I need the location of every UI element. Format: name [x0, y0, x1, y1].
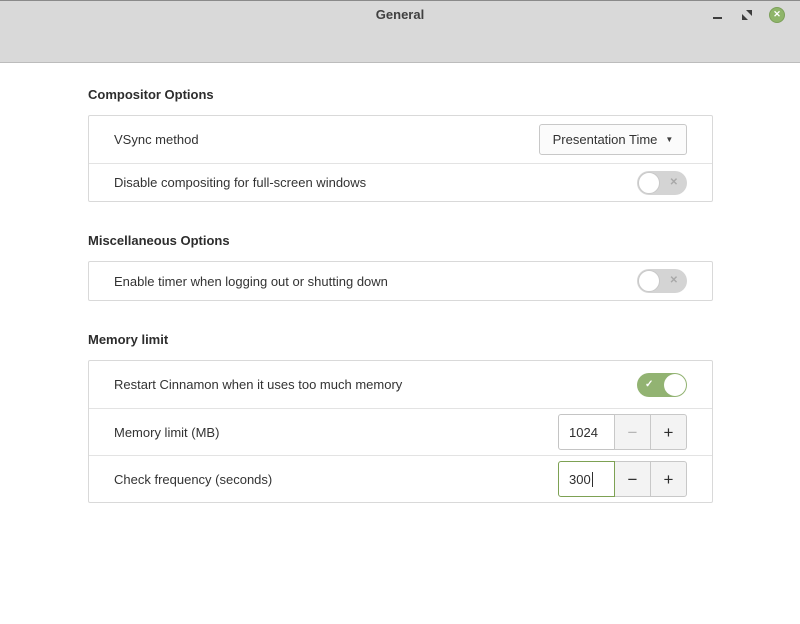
- toggle-off-icon: ✕: [670, 178, 678, 188]
- minimize-icon: [713, 17, 722, 19]
- section-miscellaneous-options: Miscellaneous Options Enable timer when …: [88, 233, 713, 301]
- window-controls: ✕: [702, 1, 792, 28]
- row-vsync-method: VSync method Presentation Time ▼: [89, 116, 712, 163]
- minimize-button[interactable]: [702, 2, 732, 28]
- toggle-check-icon: ✓: [645, 380, 653, 390]
- enable-timer-toggle[interactable]: ✕: [637, 269, 687, 293]
- window-header: General ✕: [0, 0, 800, 63]
- row-enable-timer: Enable timer when logging out or shuttin…: [89, 262, 712, 300]
- chevron-down-icon: ▼: [665, 135, 673, 144]
- minus-button[interactable]: −: [614, 414, 651, 450]
- plus-button[interactable]: +: [650, 414, 687, 450]
- toggle-knob: [664, 374, 686, 396]
- minus-button[interactable]: −: [614, 461, 651, 497]
- row-label: VSync method: [114, 132, 199, 147]
- section-compositor-options: Compositor Options VSync method Presenta…: [88, 87, 713, 202]
- row-label: Check frequency (seconds): [114, 472, 272, 487]
- row-memory-limit: Memory limit (MB) 1024 − +: [89, 408, 712, 455]
- close-button[interactable]: ✕: [762, 2, 792, 28]
- text-caret: [592, 472, 593, 487]
- settings-group: VSync method Presentation Time ▼ Disable…: [88, 115, 713, 202]
- settings-content: Compositor Options VSync method Presenta…: [88, 63, 713, 534]
- section-heading: Memory limit: [88, 332, 713, 347]
- vsync-method-dropdown[interactable]: Presentation Time ▼: [539, 124, 687, 155]
- toggle-knob: [638, 172, 660, 194]
- memory-limit-input[interactable]: 1024: [558, 414, 615, 450]
- titlebar: General ✕: [0, 1, 800, 28]
- row-restart-cinnamon: Restart Cinnamon when it uses too much m…: [89, 361, 712, 408]
- row-disable-compositing: Disable compositing for full-screen wind…: [89, 163, 712, 201]
- section-heading: Compositor Options: [88, 87, 713, 102]
- maximize-icon: [742, 10, 752, 20]
- row-label: Enable timer when logging out or shuttin…: [114, 274, 388, 289]
- settings-group: Enable timer when logging out or shuttin…: [88, 261, 713, 301]
- dropdown-value: Presentation Time: [553, 132, 658, 147]
- row-label: Memory limit (MB): [114, 425, 219, 440]
- check-frequency-spinner: 300 − +: [558, 461, 687, 497]
- check-frequency-input[interactable]: 300: [558, 461, 615, 497]
- toggle-knob: [638, 270, 660, 292]
- section-memory-limit: Memory limit Restart Cinnamon when it us…: [88, 332, 713, 503]
- memory-limit-spinner: 1024 − +: [558, 414, 687, 450]
- restart-cinnamon-toggle[interactable]: ✓: [637, 373, 687, 397]
- section-heading: Miscellaneous Options: [88, 233, 713, 248]
- close-icon: ✕: [769, 7, 785, 23]
- row-label: Disable compositing for full-screen wind…: [114, 175, 366, 190]
- window-title: General: [0, 7, 800, 22]
- row-label: Restart Cinnamon when it uses too much m…: [114, 377, 402, 392]
- maximize-button[interactable]: [732, 2, 762, 28]
- toggle-off-icon: ✕: [670, 276, 678, 286]
- disable-compositing-toggle[interactable]: ✕: [637, 171, 687, 195]
- spinner-value: 300: [569, 472, 591, 487]
- row-check-frequency: Check frequency (seconds) 300 − +: [89, 455, 712, 502]
- plus-button[interactable]: +: [650, 461, 687, 497]
- settings-group: Restart Cinnamon when it uses too much m…: [88, 360, 713, 503]
- spinner-value: 1024: [569, 425, 598, 440]
